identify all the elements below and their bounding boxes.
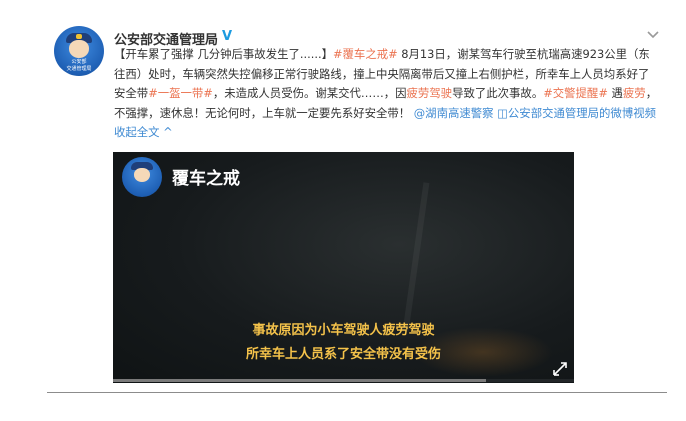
avatar-caption-2: 交通管理局 [66,66,92,72]
post-body-4: 遇 [607,86,623,101]
verified-icon: V [222,29,233,44]
video-logo-face [134,168,150,182]
video-progress-bar[interactable] [113,379,574,382]
post-body-2: ，未造成人员受伤。谢某交代……，因 [212,86,407,101]
post-text: 【开车累了强撑 几分钟后事故发生了......】#覆车之戒# 8月13日，谢某驾… [114,45,659,143]
avatar-face [69,40,89,58]
topic-tag-fuche[interactable]: #覆车之戒# [333,47,398,61]
keyword-pilao-jiashi[interactable]: 疲劳驾驶 [407,86,453,100]
video-player[interactable]: 覆车之戒 事故原因为小车驾驶人疲劳驾驶 所幸车上人员系了安全带没有受伤 [113,152,574,383]
video-link[interactable]: ◫公安部交通管理局的微博视频 [494,106,656,120]
post-body-3: 导致了此次事故。 [452,86,544,101]
avatar[interactable]: 公安部 交通管理局 [54,26,104,76]
keyword-pilao[interactable]: 疲劳 [623,86,646,100]
chevron-down-icon[interactable] [645,26,661,42]
video-title: 覆车之戒 [172,169,240,189]
collapse-text-button[interactable]: 收起全文 ^ [114,125,173,139]
feed-divider [47,392,667,393]
topic-tag-jiaojing-tixing[interactable]: #交警提醒# [543,86,608,100]
video-subtitle-2: 所幸车上人员系了安全带没有受伤 [245,347,441,362]
avatar-badge [76,34,82,39]
mention-hunan-police[interactable]: @湖南高速警察 [414,106,494,120]
video-subtitle-1: 事故原因为小车驾驶人疲劳驾驶 [252,323,435,338]
fullscreen-icon[interactable] [553,361,567,376]
video-logo [122,157,162,197]
post-headline: 【开车累了强撑 几分钟后事故发生了......】 [114,47,333,61]
video-progress-fill [113,379,487,382]
avatar-caption-1: 公安部 [71,59,87,65]
topic-tag-yikuiyidai[interactable]: #一盔一带# [148,86,213,100]
